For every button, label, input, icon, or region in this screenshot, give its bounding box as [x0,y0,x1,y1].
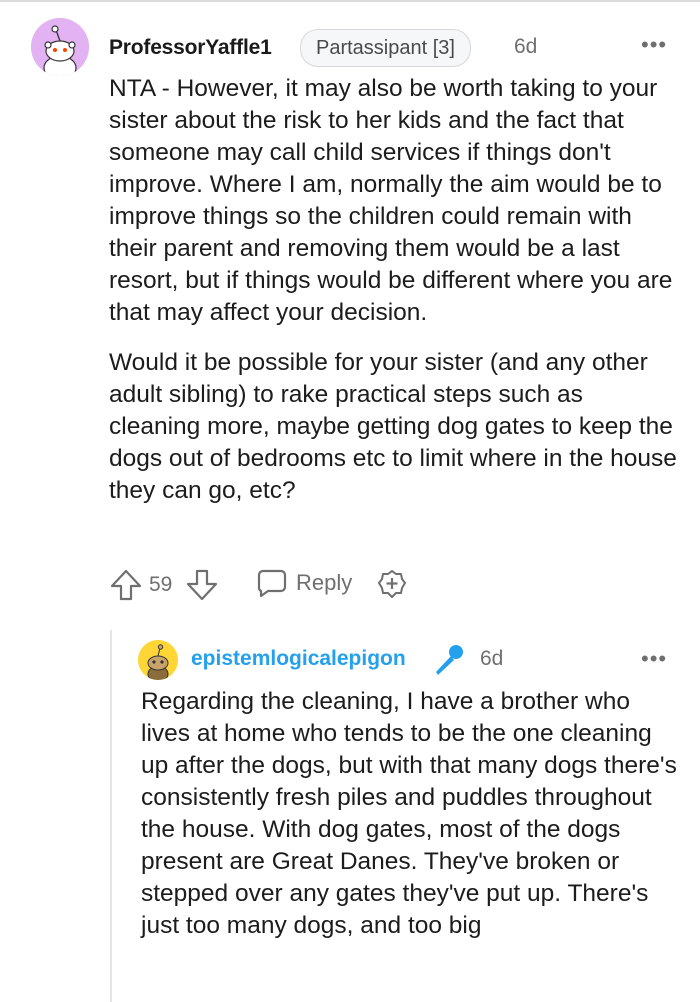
user-flair: Partassipant [3] [300,29,471,67]
plus-award-icon [378,570,406,598]
comment-paragraph: Would it be possible for your sister (an… [109,349,677,504]
comment-body: NTA - However, it may also be worth taki… [109,73,679,525]
reply-paragraph: Regarding the cleaning, I have a brother… [141,688,677,939]
microphone-icon [430,641,468,684]
reply-timestamp[interactable]: 6d [480,647,503,671]
snoo-avatar-icon [138,640,178,680]
more-options-icon[interactable]: ••• [641,34,667,56]
reply-button[interactable]: Reply [256,568,352,598]
reply-avatar[interactable] [138,640,178,680]
avatar[interactable] [31,18,89,76]
reply-author[interactable]: epistemlogicalepigon [191,647,406,671]
snoo-avatar-icon [31,18,89,76]
downvote-button[interactable] [185,568,219,602]
arrow-down-icon [186,569,218,601]
award-button[interactable] [376,568,408,600]
reply-label: Reply [296,570,353,595]
upvote-button[interactable] [109,568,143,602]
top-divider [0,0,700,2]
comment-timestamp[interactable]: 6d [514,35,537,59]
comment-author[interactable]: ProfessorYaffle1 [109,36,272,60]
thread-line[interactable] [110,630,112,1002]
comment-paragraph: NTA - However, it may also be worth taki… [109,75,673,326]
comment-actions: 59 Reply [109,566,429,606]
reply-body: Regarding the cleaning, I have a brother… [141,686,681,942]
more-options-icon[interactable]: ••• [641,648,667,670]
speech-bubble-icon [257,569,287,598]
vote-score: 59 [149,573,173,596]
arrow-up-icon [110,569,142,601]
